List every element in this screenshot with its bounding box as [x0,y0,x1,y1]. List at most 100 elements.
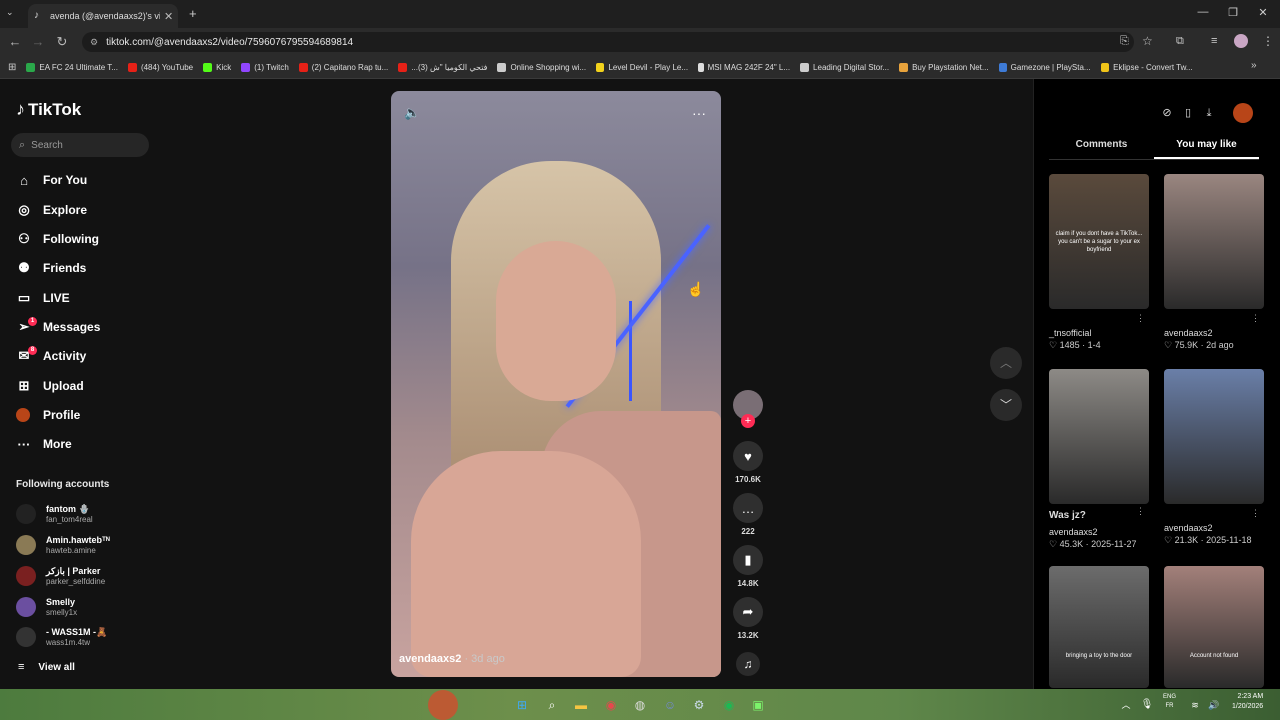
wifi-icon[interactable]: ≋ [1186,696,1204,714]
taskbar-search-icon[interactable]: ⌕ [543,696,561,714]
file-explorer-icon[interactable]: ▬ [572,696,590,714]
app-icon[interactable]: ◍ [631,696,649,714]
sidebar-item-profile[interactable]: Profile [16,403,80,427]
heart-icon[interactable]: ♥ [733,441,763,471]
video-thumbnail[interactable] [1049,369,1149,504]
profile-avatar-icon[interactable] [1234,34,1248,48]
bookmark-star-icon[interactable]: ☆ [1142,34,1153,48]
video-thumbnail[interactable]: bringing a toy to the door [1049,566,1149,688]
card-more-icon[interactable]: ⋮ [1136,313,1145,324]
more-bookmarks-icon[interactable]: » [1251,60,1257,71]
sidebar-item-friends[interactable]: ⚉ Friends [16,256,86,280]
sidebar-item-for-you[interactable]: ⌂ For You [16,168,87,192]
following-account[interactable]: بازكر | Parker parker_selfddine [16,562,105,590]
recommendation-card[interactable]: Account not found [1164,566,1264,688]
back-icon[interactable]: ← [6,34,24,49]
video-thumbnail[interactable]: Account not found [1164,566,1264,688]
apps-grid-icon[interactable]: ⊞ [8,62,16,73]
previous-video-button[interactable]: ︿ [990,347,1022,379]
browser-menu-icon[interactable]: ⋮ [1262,34,1274,48]
following-account[interactable]: fantom 🪬 fan_tom4real [16,500,93,528]
bookmark-item[interactable]: Leading Digital Stor... [800,62,889,72]
sidebar-item-more[interactable]: ··· More [16,432,72,456]
reload-icon[interactable]: ↻ [53,34,71,50]
comment-action[interactable]: … 222 [732,493,764,536]
tab-you-may-like[interactable]: You may like [1154,135,1259,159]
sidebar-item-following[interactable]: ⚇ Following [16,227,99,251]
tab-comments[interactable]: Comments [1049,135,1154,159]
share-icon[interactable]: ➦ [733,597,763,627]
media-controls-icon[interactable]: ≡ [1211,35,1217,47]
minimize-icon[interactable]: — [1193,6,1213,18]
close-tab-icon[interactable]: ✕ [164,10,173,23]
video-thumbnail[interactable]: claim if you dont have a TikTok... you c… [1049,174,1149,309]
volume-icon[interactable]: 🔈 [404,105,420,121]
coins-icon[interactable]: ⊘ [1156,102,1178,124]
comment-icon[interactable]: … [733,493,763,523]
bookmark-item[interactable]: Level Devil - Play Le... [596,62,688,72]
bookmark-item[interactable]: ...فتحي الكوميا "ش (3) [398,62,487,72]
user-avatar[interactable] [1233,103,1253,123]
tab-list-icon[interactable]: ⌄ [6,7,14,18]
bookmark-item[interactable]: Online Shopping wi... [497,62,586,72]
install-app-icon[interactable]: ⎘ [1120,35,1129,48]
sidebar-item-upload[interactable]: ⊞ Upload [16,374,84,398]
music-disc-icon[interactable]: ♫ [736,652,760,676]
recommendation-card[interactable]: bringing a toy to the door [1049,566,1149,688]
recommendation-card[interactable]: ⋮ avendaaxs2 ♡ 21.3K · 2025-11-18 [1164,369,1264,546]
extensions-icon[interactable]: ⧉ [1176,35,1184,48]
video-author[interactable]: avendaaxs2 [399,653,461,665]
clock[interactable]: 2:23 AM 1/20/2026 [1232,692,1263,712]
recommendation-card[interactable]: claim if you dont have a TikTok... you c… [1049,174,1149,351]
steam-icon[interactable]: ⚙ [690,696,708,714]
close-window-icon[interactable]: ✕ [1253,6,1273,19]
spotify-icon[interactable]: ◉ [720,696,738,714]
bookmark-icon[interactable]: ▮ [733,545,763,575]
card-more-icon[interactable]: ⋮ [1136,506,1145,517]
sidebar-item-explore[interactable]: ◎ Explore [16,198,87,222]
maximize-icon[interactable]: ❐ [1223,6,1243,19]
card-more-icon[interactable]: ⋮ [1251,508,1260,519]
url-bar[interactable]: ⚙ tiktok.com/@avendaaxs2/video/759607679… [82,32,1134,52]
sidebar-item-live[interactable]: ▭ LIVE [16,286,70,310]
sidebar-item-activity[interactable]: ✉ 8 Activity [16,344,86,368]
bookmark-item[interactable]: MSI MAG 242F 24" L... [698,62,790,72]
forward-icon[interactable]: → [29,34,47,49]
chrome-icon[interactable]: ◉ [602,696,620,714]
start-icon[interactable]: ⊞ [513,696,531,714]
download-icon[interactable]: ⤓ [1198,102,1220,124]
bookmark-item[interactable]: Eklipse - Convert Tw... [1100,62,1193,72]
language-indicator[interactable]: ENG FR [1163,693,1176,711]
like-action[interactable]: ♥ 170.6K [732,441,764,484]
tiktok-logo[interactable]: ♪ TikTok [16,99,81,120]
video-more-icon[interactable]: ··· [692,105,706,121]
bookmark-item[interactable]: EA FC 24 Ultimate T... [26,62,118,72]
follow-plus-icon[interactable]: + [741,414,755,428]
bookmark-item[interactable]: Buy Playstation Net... [899,62,989,72]
tray-expand-icon[interactable]: ︿ [1117,696,1135,714]
microphone-icon[interactable]: 🎙 [1138,696,1156,714]
terminal-icon[interactable]: ▣ [749,696,767,714]
video-thumbnail[interactable] [1164,369,1264,504]
bookmark-item[interactable]: Gamezone | PlaySta... [998,62,1091,72]
search-input[interactable]: ⌕ Search [11,133,149,157]
site-info-icon[interactable]: ⚙ [90,37,98,48]
card-more-icon[interactable]: ⋮ [1251,313,1260,324]
view-all-button[interactable]: ≡ View all [18,661,75,673]
bookmark-item[interactable]: (1) Twitch [241,62,289,72]
bookmark-item[interactable]: (2) Capitano Rap tu... [298,62,388,72]
recommendation-card[interactable]: ⋮ avendaaxs2 ♡ 75.9K · 2d ago [1164,174,1264,351]
speaker-icon[interactable]: 🔊 [1205,696,1223,714]
video-player[interactable] [391,91,721,677]
next-video-button[interactable]: ﹀ [990,389,1022,421]
discord-icon[interactable]: ☺ [661,696,679,714]
device-icon[interactable]: ▯ [1177,102,1199,124]
video-thumbnail[interactable] [1164,174,1264,309]
recommendation-card[interactable]: ⋮ Was jz? avendaaxs2 ♡ 45.3K · 2025-11-27 [1049,369,1149,550]
following-account[interactable]: - WASS1M -🧸 wass1m.4tw [16,623,107,651]
new-tab-icon[interactable]: + [189,6,197,21]
browser-tab[interactable]: ♪ avenda (@avendaaxs2)'s video ✕ [28,4,178,28]
sidebar-item-messages[interactable]: ➢ 1 Messages [16,315,100,339]
following-account[interactable]: Smelly smelly1x [16,593,77,621]
share-action[interactable]: ➦ 13.2K [732,597,764,640]
